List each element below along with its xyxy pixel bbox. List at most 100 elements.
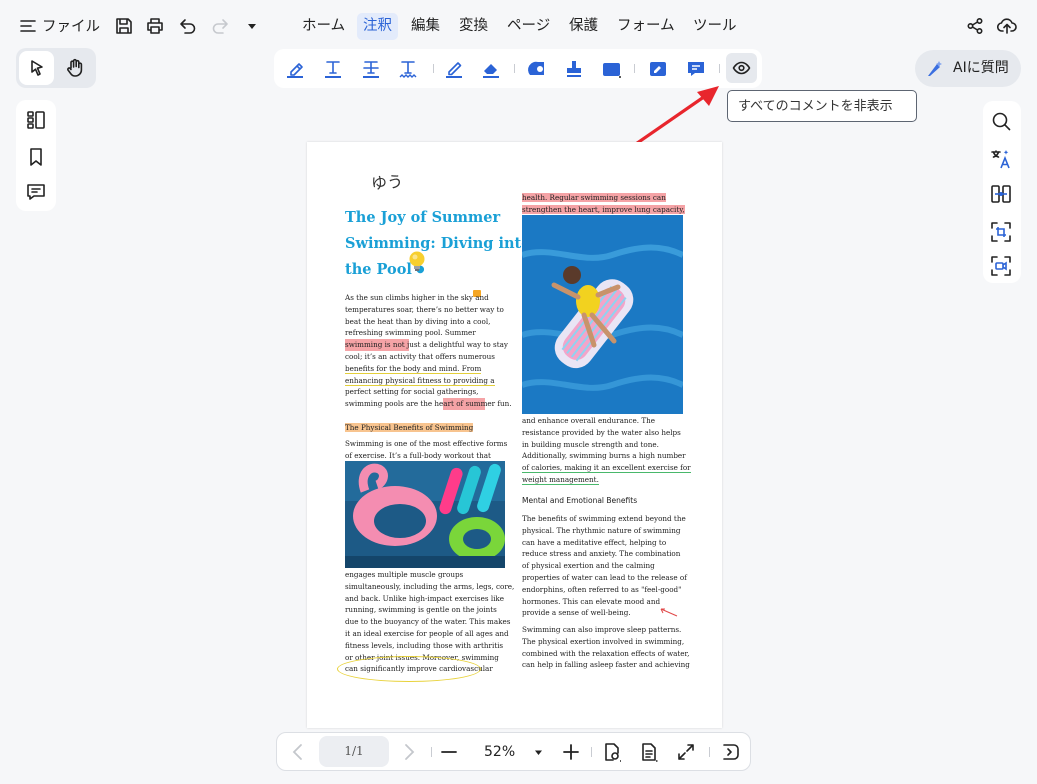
underlined-span: weight management.	[522, 474, 599, 485]
tab-annotate[interactable]: 注釈	[357, 13, 398, 40]
text-line: of physical exertion and the calming	[522, 561, 655, 571]
highlighted-span: health. Regular swimming sessions can	[522, 193, 666, 202]
underlined-span: benefits for the body and mind. From	[345, 363, 482, 374]
tab-convert[interactable]: 変換	[453, 13, 494, 40]
tab-edit[interactable]: 編集	[405, 13, 446, 40]
text-line: beat the heat than by diving into a cool…	[345, 316, 491, 326]
zoom-level[interactable]: 52%	[484, 742, 515, 762]
text-line: The benefits of swimming extend beyond t…	[522, 514, 686, 523]
print-icon[interactable]	[146, 17, 164, 35]
share-icon[interactable]	[966, 17, 984, 35]
left-subheading: The Physical Benefits of Swimming	[345, 422, 474, 434]
ai-ask-button[interactable]: AIに質問	[915, 50, 1021, 87]
text-line: reduce stress and anxiety. The combinati…	[522, 549, 681, 559]
title-line: The Joy of Summer	[345, 209, 501, 226]
strikethrough-text-icon[interactable]	[359, 57, 383, 81]
bookmark-icon[interactable]	[26, 147, 46, 167]
title-line: Swimming: Diving into	[345, 235, 531, 252]
hamburger-menu-icon[interactable]	[20, 19, 36, 33]
text-line: combined with the relaxation effects of …	[522, 648, 690, 658]
text-line: refreshing swimming pool. Summer	[345, 328, 476, 338]
title-line-text: the Pool	[345, 261, 412, 278]
hide-comments-button[interactable]	[726, 53, 757, 83]
thumbnails-icon[interactable]	[26, 110, 46, 130]
toolbar-divider	[433, 64, 434, 73]
tab-protect[interactable]: 保護	[563, 13, 604, 40]
left-paragraph-1: As the sun climbs higher in the sky and …	[345, 292, 512, 410]
text-line-underlined: enhancing physical fitness to providing …	[345, 375, 512, 387]
text-line: physical. The rhythmic nature of swimmin…	[522, 525, 681, 535]
page-number-field[interactable]: 1/1	[319, 736, 389, 767]
right-paragraph-2: The benefits of swimming extend beyond t…	[522, 513, 687, 619]
translate-icon[interactable]	[990, 148, 1012, 170]
tab-page[interactable]: ページ	[501, 13, 556, 40]
text-line: and back. Unlike high-impact exercises l…	[345, 593, 505, 603]
text-line: temperatures soar, there’s no better way…	[345, 304, 504, 314]
page-navigation-bar: 1/1 52%	[276, 732, 751, 771]
right-top-lines: health. Regular swimming sessions can st…	[522, 192, 685, 216]
hand-tool-icon[interactable]	[65, 58, 85, 78]
file-menu[interactable]: ファイル	[42, 14, 100, 40]
text-line: can have a meditative effect, helping to	[522, 537, 667, 547]
previous-page-icon[interactable]	[290, 743, 306, 761]
document-page: ゆう The Joy of Summer Swimming: Diving in…	[307, 142, 722, 728]
zoom-out-icon[interactable]	[440, 743, 458, 761]
text-line-underlined: of calories, making it an excellent exer…	[522, 462, 691, 474]
pencil-icon[interactable]	[442, 57, 466, 81]
next-page-icon[interactable]	[401, 743, 417, 761]
highlight-icon[interactable]	[283, 57, 307, 81]
page-layout-icon[interactable]	[639, 742, 659, 762]
text-line: resistance provided by the water also he…	[522, 427, 681, 437]
circle-annotation	[337, 656, 481, 682]
page-indicator-text: 1/1	[344, 744, 364, 758]
right-paragraph-1: and enhance overall endurance. The resis…	[522, 415, 691, 486]
eye-icon	[732, 59, 751, 77]
text-line: it an ideal exercise for people of all a…	[345, 628, 509, 638]
text-line: endorphins, often referred to as "feel-g…	[522, 584, 682, 594]
text-line-underlined: weight management.	[522, 474, 691, 486]
text-line-highlighted: strengthen the heart, improve lung capac…	[522, 204, 685, 216]
save-icon[interactable]	[115, 17, 133, 35]
eraser-icon[interactable]	[479, 57, 503, 81]
text-line-underlined: benefits for the body and mind. From	[345, 363, 512, 375]
undo-icon[interactable]	[179, 17, 197, 35]
text-line: engages multiple muscle groups	[345, 570, 464, 579]
compare-icon[interactable]	[990, 183, 1012, 205]
tab-home[interactable]: ホーム	[296, 13, 351, 40]
text-line: Additionally, swimming burns a high numb…	[522, 451, 686, 461]
search-icon[interactable]	[990, 110, 1012, 132]
text-line: As the sun climbs higher in the sky and	[345, 293, 489, 302]
stamp-icon[interactable]	[562, 57, 586, 81]
cloud-upload-icon[interactable]	[997, 16, 1017, 36]
handwritten-annotation: ゆう	[370, 171, 404, 194]
tab-tools[interactable]: ツール	[687, 13, 743, 40]
text-line: Swimming can also improve sleep patterns…	[522, 625, 682, 634]
zoom-dropdown-icon[interactable]	[534, 748, 543, 757]
subheading-text: The Physical Benefits of Swimming	[345, 423, 474, 432]
tab-form[interactable]: フォーム	[611, 13, 681, 40]
screen-record-icon[interactable]	[990, 255, 1012, 277]
text-line-highlighted: health. Regular swimming sessions can	[522, 192, 685, 204]
divider	[709, 747, 710, 757]
text-line: simultaneously, including the arms, legs…	[345, 581, 515, 591]
page-settings-icon[interactable]	[602, 742, 622, 762]
hide-comments-tooltip: すべてのコメントを非表示	[727, 90, 917, 122]
ai-sparkle-icon	[926, 59, 945, 78]
redo-icon[interactable]	[211, 17, 229, 35]
quick-access-dropdown-icon[interactable]	[247, 21, 257, 31]
text-line: and enhance overall endurance. The	[522, 416, 656, 425]
shape-icon[interactable]	[525, 57, 549, 81]
crop-screenshot-icon[interactable]	[990, 221, 1012, 243]
text-line: Swimming is one of the most effective fo…	[345, 439, 508, 448]
right-paragraph-3: Swimming can also improve sleep patterns…	[522, 624, 690, 671]
area-icon[interactable]	[600, 57, 624, 81]
title-line: the Pool ●	[345, 257, 531, 283]
text-line: fitness levels, including those with art…	[345, 640, 504, 650]
underline-text-icon[interactable]	[321, 57, 345, 81]
zoom-in-icon[interactable]	[562, 743, 580, 761]
squiggly-text-icon[interactable]	[396, 57, 420, 81]
select-tool[interactable]	[19, 51, 54, 85]
collapse-panel-icon[interactable]	[721, 742, 741, 762]
comments-panel-icon[interactable]	[26, 182, 46, 202]
fit-to-screen-icon[interactable]	[676, 742, 696, 762]
